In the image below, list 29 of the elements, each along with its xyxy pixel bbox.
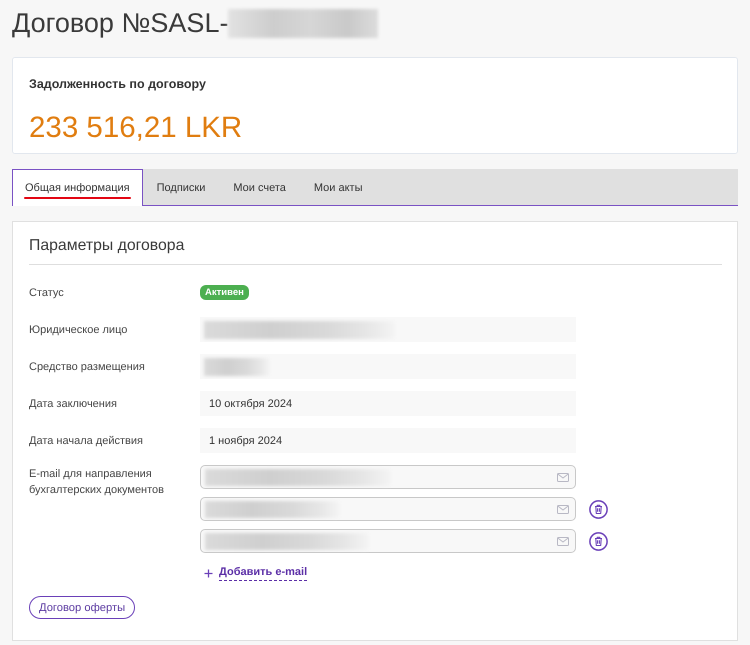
trash-icon[interactable]	[589, 500, 608, 518]
field-label: Статус	[29, 286, 64, 298]
page-title: Договор №SASL-	[12, 7, 228, 39]
envelope-icon	[557, 504, 569, 514]
email-field[interactable]	[200, 465, 576, 489]
envelope-icon	[557, 536, 569, 546]
email-field[interactable]	[200, 497, 576, 521]
add-email-link[interactable]: Добавить e-mail	[219, 565, 308, 581]
field-label: Дата заключения	[29, 398, 117, 410]
offer-button[interactable]: Договор оферты	[29, 596, 136, 619]
value-field: 10 октября 2024	[200, 391, 576, 416]
status-badge: Активен	[200, 285, 249, 300]
tab[interactable]: Подписки	[142, 169, 220, 205]
panel-title: Параметры договора	[29, 236, 184, 256]
field-label: Юридическое лицо	[29, 324, 128, 336]
field-label: E-mail для направления бухгалтерских документов	[29, 468, 164, 496]
envelope-icon	[557, 472, 569, 482]
field-label: Дата начала действия	[29, 434, 143, 446]
debt-label: Задолженность по договору	[29, 76, 206, 92]
tab[interactable]: Мои акты	[300, 169, 376, 205]
value-field: 1 ноября 2024	[200, 428, 576, 453]
field-label: Средство размещения	[29, 360, 145, 372]
email-field[interactable]	[200, 529, 576, 553]
trash-icon[interactable]	[589, 532, 608, 550]
plus-icon[interactable]	[204, 568, 213, 578]
tab[interactable]: Общая информация	[12, 169, 143, 206]
debt-amount: 233 516,21 LKR	[29, 110, 242, 146]
tab[interactable]: Мои счета	[219, 169, 300, 205]
blurred-text	[204, 358, 270, 376]
